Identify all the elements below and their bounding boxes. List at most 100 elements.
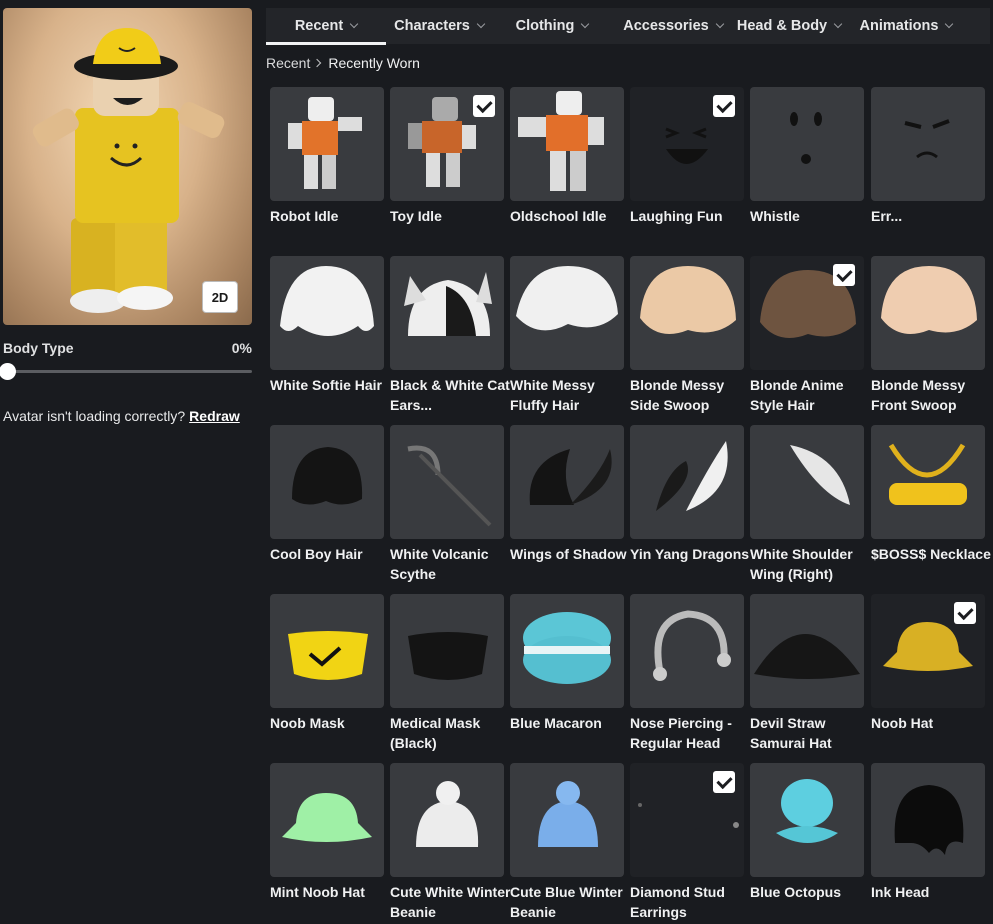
tab-clothing[interactable]: Clothing: [492, 8, 612, 44]
item-card[interactable]: Devil Straw Samurai Hat: [750, 594, 864, 754]
item-name: Cool Boy Hair: [270, 546, 363, 562]
item-name: Robot Idle: [270, 208, 339, 224]
item-card[interactable]: Laughing Fun: [630, 87, 744, 247]
tab-animations[interactable]: Animations: [844, 8, 968, 44]
item-thumbnail[interactable]: [630, 763, 744, 877]
item-card[interactable]: White Shoulder Wing (Right): [750, 425, 864, 585]
item-card[interactable]: Blue Macaron: [510, 594, 624, 754]
body-type-slider[interactable]: [0, 363, 252, 380]
item-card[interactable]: Toy Idle: [390, 87, 504, 247]
item-card[interactable]: Blonde Messy Side Swoop: [630, 256, 744, 416]
ink-head-icon: [894, 785, 964, 855]
item-thumbnail[interactable]: [270, 763, 384, 877]
item-thumbnail[interactable]: [270, 87, 384, 201]
item-thumbnail[interactable]: [871, 425, 985, 539]
item-thumbnail[interactable]: [630, 256, 744, 370]
item-card[interactable]: Black & White Cat Ears...: [390, 256, 510, 416]
tab-recent[interactable]: Recent: [266, 8, 386, 45]
tab-characters[interactable]: Characters: [386, 8, 492, 44]
item-card[interactable]: White Softie Hair: [270, 256, 384, 416]
item-card[interactable]: Cute White Winter Beanie: [390, 763, 510, 923]
item-card[interactable]: Nose Piercing - Regular Head: [630, 594, 744, 754]
scythe-icon: [407, 445, 492, 527]
item-thumbnail[interactable]: [750, 256, 864, 370]
item-card[interactable]: Yin Yang Dragons: [630, 425, 749, 585]
item-thumbnail[interactable]: [510, 87, 624, 201]
item-thumbnail[interactable]: [871, 594, 985, 708]
item-name: Toy Idle: [390, 208, 442, 224]
white-beanie-icon: [416, 781, 479, 847]
item-thumbnail[interactable]: [270, 425, 384, 539]
item-card[interactable]: Cute Blue Winter Beanie: [510, 763, 624, 923]
item-thumbnail[interactable]: [750, 425, 864, 539]
item-thumbnail[interactable]: [270, 594, 384, 708]
item-card[interactable]: Wings of Shadow: [510, 425, 627, 585]
blonde-hair-icon: [640, 266, 736, 334]
item-thumbnail[interactable]: [630, 594, 744, 708]
item-card[interactable]: Cool Boy Hair: [270, 425, 384, 585]
chevron-down-icon: [715, 19, 724, 29]
boss-necklace-icon: [888, 443, 967, 505]
item-card[interactable]: Oldschool Idle: [510, 87, 624, 247]
tab-head-body[interactable]: Head & Body: [734, 8, 844, 44]
item-name: Oldschool Idle: [510, 208, 607, 224]
item-name: Laughing Fun: [630, 208, 723, 224]
item-card[interactable]: Noob Mask: [270, 594, 384, 754]
oldschool-idle-icon: [518, 91, 604, 191]
item-thumbnail[interactable]: [871, 256, 985, 370]
item-thumbnail[interactable]: [630, 425, 744, 539]
black-hair-icon: [292, 447, 363, 505]
tab-accessories[interactable]: Accessories: [612, 8, 734, 44]
item-card[interactable]: White Messy Fluffy Hair: [510, 256, 624, 416]
item-name: Yin Yang Dragons: [630, 546, 750, 562]
item-thumbnail[interactable]: [510, 256, 624, 370]
item-name: Blonde Messy Front Swoop: [871, 377, 966, 413]
item-card[interactable]: Mint Noob Hat: [270, 763, 384, 923]
redraw-link[interactable]: Redraw: [189, 408, 240, 424]
item-thumbnail[interactable]: [510, 594, 624, 708]
white-messy-hair-icon: [516, 266, 618, 331]
err-face-icon: [904, 119, 950, 159]
item-card[interactable]: Robot Idle: [270, 87, 384, 247]
item-thumbnail[interactable]: [390, 594, 504, 708]
chevron-down-icon: [349, 19, 359, 29]
item-thumbnail[interactable]: [390, 763, 504, 877]
view-2d-toggle[interactable]: 2D: [202, 281, 238, 313]
item-card[interactable]: Blonde Messy Front Swoop: [871, 256, 985, 416]
item-name: White Softie Hair: [270, 377, 383, 393]
checkmark-icon: [833, 264, 855, 286]
item-card[interactable]: White Volcanic Scythe: [390, 425, 504, 585]
item-card[interactable]: Ink Head: [871, 763, 985, 923]
mint-hat-icon: [282, 793, 372, 842]
item-thumbnail[interactable]: [871, 763, 985, 877]
breadcrumb-root[interactable]: Recent: [266, 55, 310, 71]
item-card[interactable]: Medical Mask (Black): [390, 594, 504, 754]
item-thumbnail[interactable]: [630, 87, 744, 201]
avatar-preview[interactable]: 2D: [3, 8, 252, 325]
item-card[interactable]: $BOSS$ Necklace: [871, 425, 991, 585]
item-name: White Shoulder Wing (Right): [750, 546, 853, 582]
item-card[interactable]: Noob Hat: [871, 594, 985, 754]
item-name: White Messy Fluffy Hair: [510, 377, 595, 413]
slider-thumb[interactable]: [0, 363, 16, 380]
body-type-value: 0%: [231, 340, 252, 356]
item-thumbnail[interactable]: [510, 425, 624, 539]
item-card[interactable]: Diamond Stud Earrings: [630, 763, 744, 923]
category-tabs: Recent Characters Clothing Accessories Head …: [266, 8, 990, 45]
item-card[interactable]: Whistle: [750, 87, 864, 247]
item-thumbnail[interactable]: [270, 256, 384, 370]
body-type-row: Body Type 0%: [3, 340, 252, 356]
item-thumbnail[interactable]: [750, 87, 864, 201]
item-name: Whistle: [750, 208, 800, 224]
item-thumbnail[interactable]: [750, 763, 864, 877]
item-thumbnail[interactable]: [390, 87, 504, 201]
item-card[interactable]: Err...: [871, 87, 985, 247]
item-thumbnail[interactable]: [871, 87, 985, 201]
item-thumbnail[interactable]: [390, 425, 504, 539]
item-thumbnail[interactable]: [390, 256, 504, 370]
item-thumbnail[interactable]: [510, 763, 624, 877]
item-card[interactable]: Blue Octopus: [750, 763, 864, 923]
avatar-panel: 2D Body Type 0% Avatar isn't loading cor…: [0, 0, 262, 924]
item-thumbnail[interactable]: [750, 594, 864, 708]
item-card[interactable]: Blonde Anime Style Hair: [750, 256, 864, 416]
